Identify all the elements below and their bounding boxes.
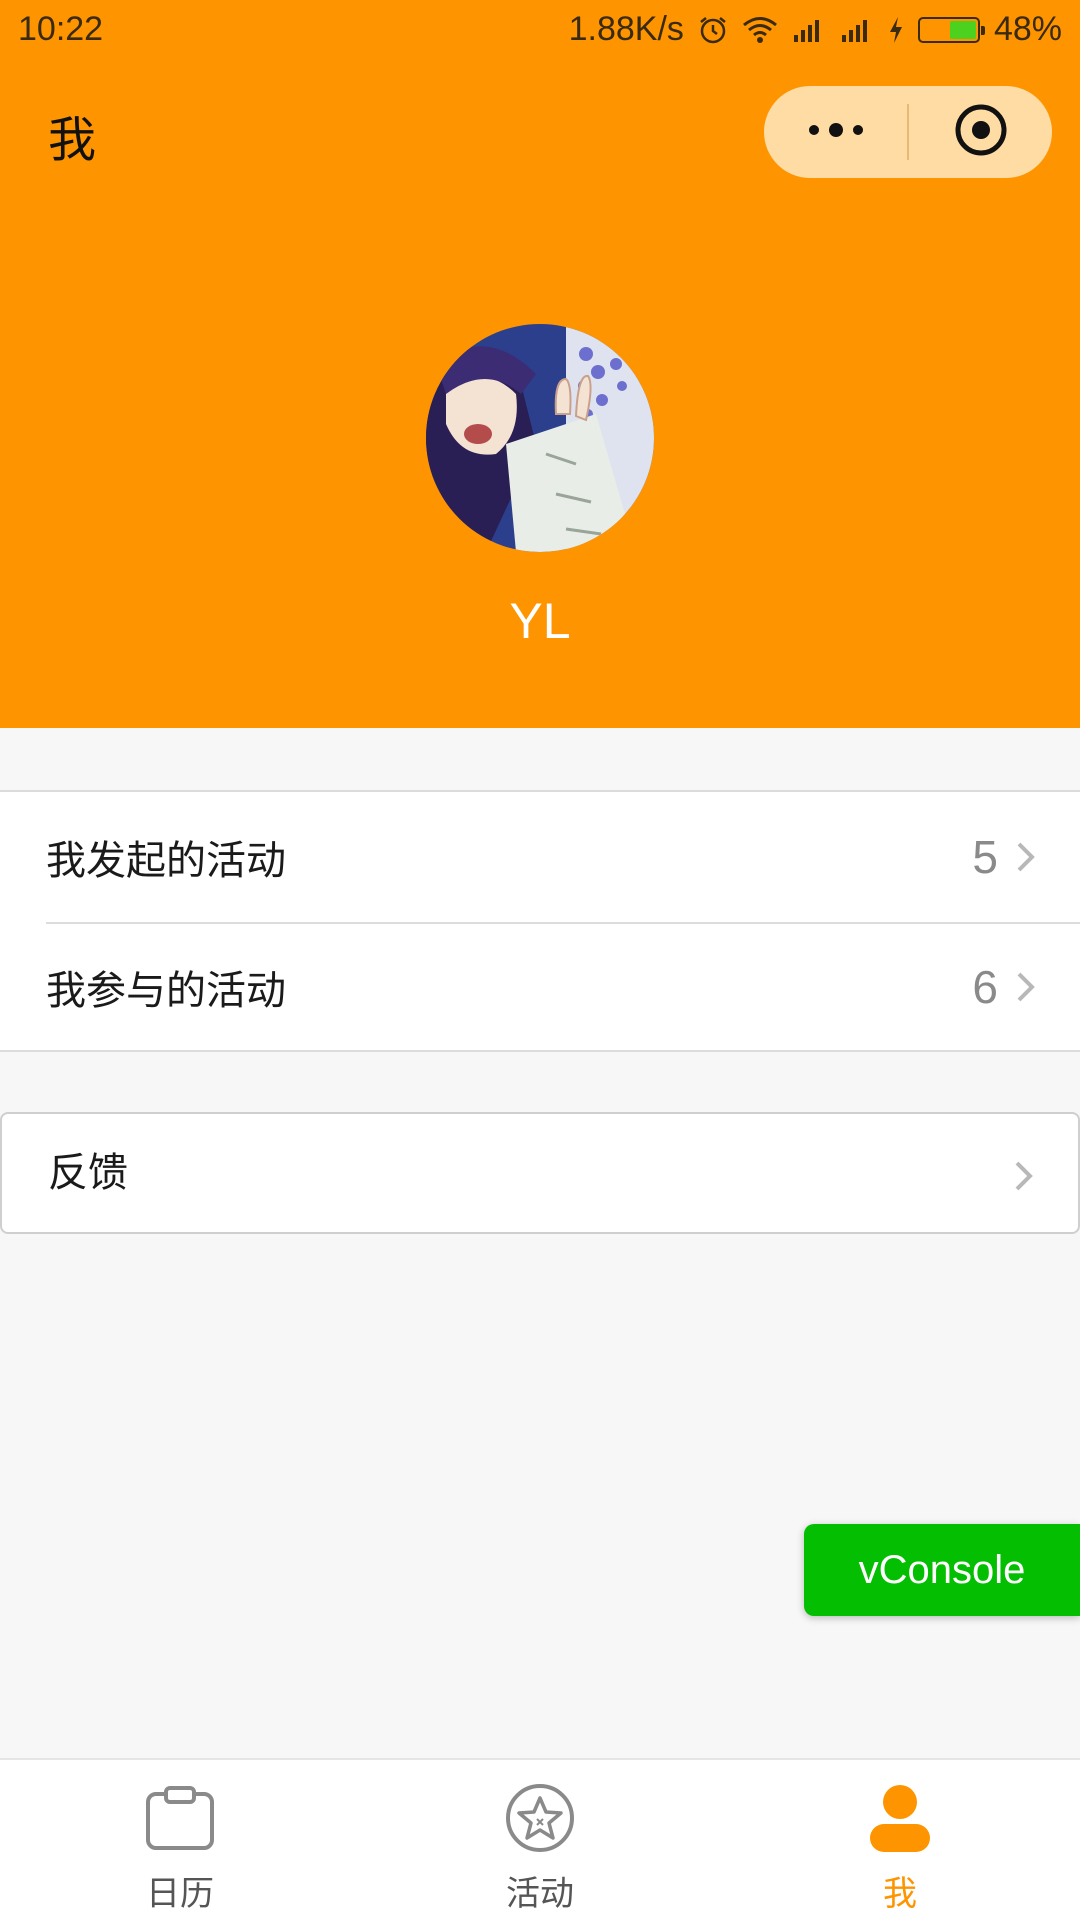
wifi-icon — [742, 16, 778, 44]
close-button[interactable] — [909, 86, 1052, 178]
status-bar: 10:22 1.88K/s 48% — [0, 0, 1080, 60]
activity-list: 我发起的活动 5 我参与的活动 6 — [0, 790, 1080, 1052]
list-item-my-joined-activities[interactable]: 我参与的活动 6 — [0, 922, 1080, 1052]
avatar[interactable] — [426, 324, 654, 552]
net-speed: 1.88K/s — [568, 10, 684, 48]
username: YL — [509, 593, 571, 649]
tab-activities[interactable]: 活动 — [360, 1760, 720, 1920]
status-time: 10:22 — [18, 10, 104, 48]
list-item-label: 我参与的活动 — [46, 968, 286, 1014]
feedback-label: 反馈 — [48, 1150, 128, 1196]
chevron-right-icon — [1015, 1161, 1033, 1191]
charging-icon — [888, 16, 904, 44]
more-button[interactable] — [764, 86, 907, 178]
tab-bar: 日历 活动 我 — [0, 1758, 1080, 1920]
vconsole-button[interactable]: vConsole — [804, 1524, 1080, 1616]
feedback-group: 反馈 — [0, 1112, 1080, 1234]
signal-icon — [792, 17, 826, 43]
chevron-right-icon — [1017, 842, 1035, 872]
list-item-count: 6 — [972, 961, 998, 1013]
list-item-label: 我发起的活动 — [46, 838, 286, 884]
tab-label: 我 — [883, 1874, 917, 1914]
mini-program-capsule — [764, 86, 1052, 178]
list-item-my-created-activities[interactable]: 我发起的活动 5 — [0, 792, 1080, 922]
battery-percent: 48% — [993, 10, 1062, 48]
tab-calendar[interactable]: 日历 — [0, 1760, 360, 1920]
page-title: 我 — [48, 112, 97, 168]
calendar-icon — [146, 1786, 214, 1850]
status-indicators: 1.88K/s 48% — [569, 10, 1062, 49]
battery-icon — [917, 16, 985, 43]
feedback-button[interactable]: 反馈 — [2, 1114, 1078, 1232]
tab-label: 活动 — [506, 1874, 574, 1914]
me-page: 10:22 1.88K/s 48% 我 YL 我发起的活动 5 我参与的活动 6… — [0, 0, 1080, 1920]
list-item-count: 5 — [972, 831, 998, 883]
star-badge-icon — [506, 1784, 574, 1852]
profile-header: 10:22 1.88K/s 48% 我 YL — [0, 0, 1080, 728]
tab-me[interactable]: 我 — [720, 1760, 1080, 1920]
battery-level — [949, 20, 976, 39]
chevron-right-icon — [1017, 972, 1035, 1002]
tab-label: 日历 — [146, 1874, 214, 1914]
alarm-icon — [698, 15, 728, 45]
user-icon — [870, 1785, 930, 1852]
more-dots-icon — [806, 120, 866, 144]
target-circle-icon — [954, 103, 1008, 161]
signal-icon-2 — [840, 17, 874, 43]
